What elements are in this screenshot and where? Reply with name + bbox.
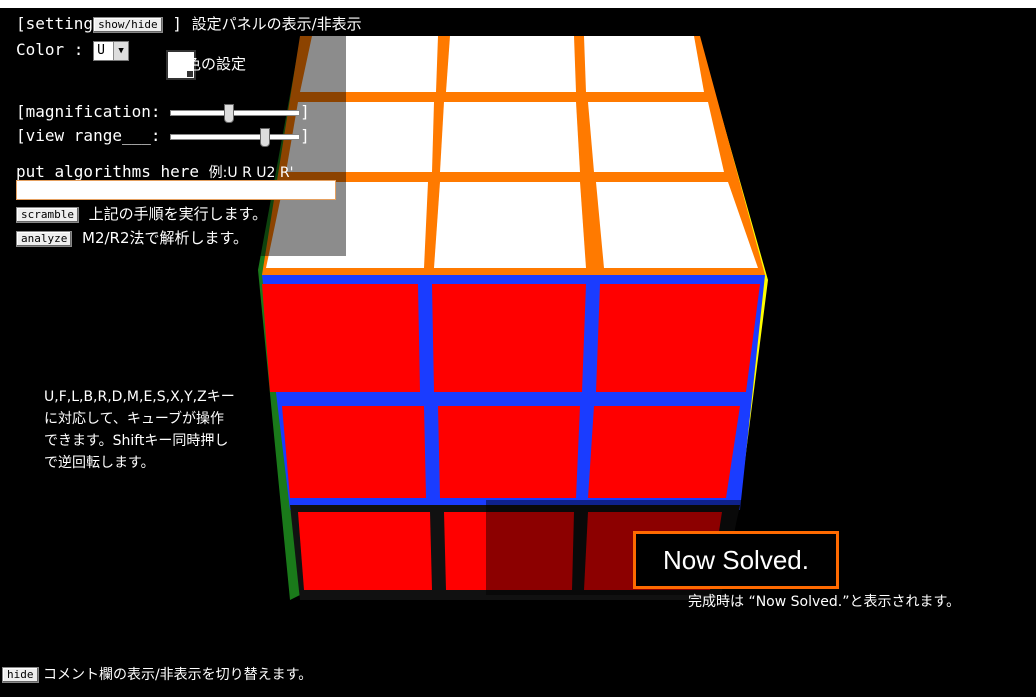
view-range-slider-thumb[interactable]	[260, 127, 271, 147]
color-description: 色の設定	[186, 55, 247, 73]
view-range-slider[interactable]	[170, 127, 301, 147]
analyze-button[interactable]: analyze	[16, 230, 73, 247]
sticker-top	[446, 36, 576, 92]
sticker-top	[434, 182, 586, 268]
settings-toggle-description: 設定パネルの表示/非表示	[191, 15, 362, 33]
magnification-label: [magnification:	[16, 102, 161, 121]
settings-header-row: [setting show/hide ] 設定パネルの表示/非表示	[16, 14, 362, 34]
show-hide-button[interactable]: show/hide	[93, 16, 163, 33]
color-label: Color :	[16, 40, 84, 59]
sticker-top	[588, 102, 724, 172]
solved-status-note: 完成時は “Now Solved.”と表示されます。	[688, 594, 961, 610]
sticker-front	[262, 284, 420, 392]
view-range-end-bracket: ]	[300, 126, 310, 145]
chevron-down-icon: ▼	[113, 41, 129, 60]
solved-status-box: Now Solved.	[633, 531, 839, 589]
analyze-row: analyze M2/R2法で解析します。	[16, 228, 248, 248]
color-row: Color : U ▼	[16, 40, 130, 61]
sticker-top	[584, 36, 704, 92]
sticker-front	[596, 284, 760, 392]
scramble-row: scramble 上記の手順を実行します。	[16, 204, 267, 224]
hide-comments-button[interactable]: hide	[2, 667, 39, 683]
view-range-slider-track	[170, 133, 301, 140]
scramble-description: 上記の手順を実行します。	[88, 205, 268, 223]
magnification-slider-thumb[interactable]	[224, 103, 235, 123]
algorithm-input[interactable]	[16, 180, 336, 200]
analyze-description: M2/R2法で解析します。	[82, 229, 249, 247]
scramble-button[interactable]: scramble	[16, 206, 79, 223]
magnification-row: [magnification: ]	[16, 102, 310, 123]
magnification-end-bracket: ]	[300, 102, 310, 121]
sticker-front	[298, 512, 432, 590]
sticker-front	[588, 406, 740, 498]
color-face-select[interactable]: U ▼	[93, 40, 130, 61]
key-instructions: U,F,L,B,R,D,M,E,S,X,Y,Zキー に対応して、キューブが操作 …	[44, 389, 235, 471]
sticker-front	[438, 406, 580, 498]
view-range-label: [view range___:	[16, 126, 161, 145]
algorithm-label: put algorithms here	[16, 162, 200, 181]
sticker-front	[282, 406, 426, 498]
magnification-slider[interactable]	[170, 103, 301, 123]
magnification-slider-track	[170, 109, 301, 116]
view-range-row: [view range___: ]	[16, 126, 310, 147]
algorithm-example: 例:U R U2 R'	[208, 165, 294, 181]
color-face-select-value: U	[97, 42, 105, 58]
hide-comments-description: コメント欄の表示/非表示を切り替えます。	[42, 667, 313, 683]
sticker-front	[432, 284, 586, 392]
settings-close-bracket: ]	[172, 14, 182, 33]
sticker-top	[440, 102, 580, 172]
comment-toggle-row: hide コメント欄の表示/非表示を切り替えます。	[2, 664, 312, 684]
settings-label: [setting	[16, 14, 94, 33]
